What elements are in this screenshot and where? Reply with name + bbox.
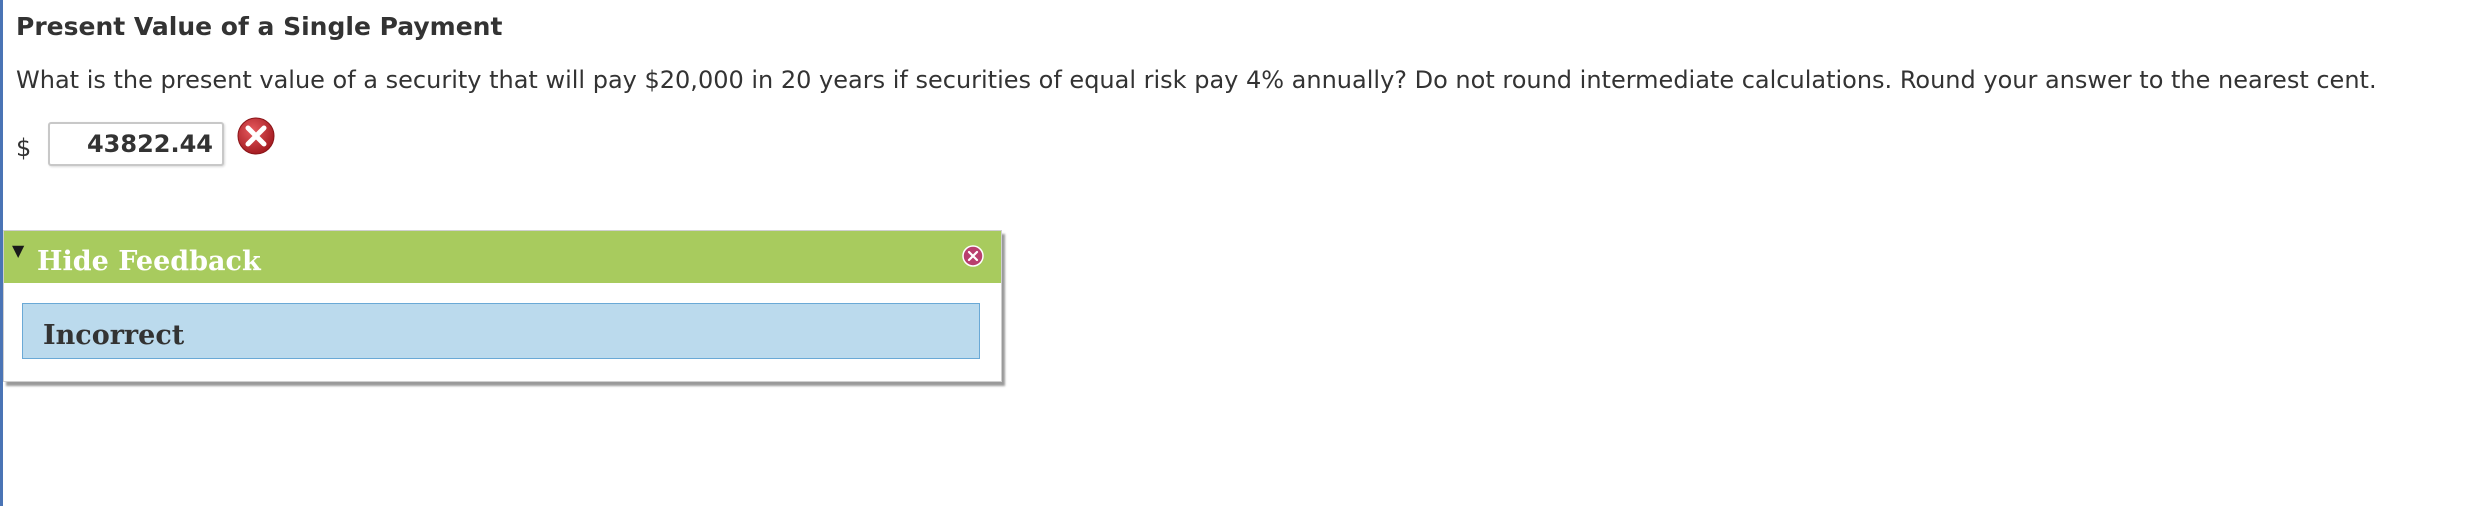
collapse-arrow-icon[interactable]: ▼: [12, 241, 24, 260]
feedback-toggle[interactable]: ▼ Hide Feedback: [4, 231, 1001, 283]
currency-symbol: $: [16, 134, 32, 162]
page-title: Present Value of a Single Payment: [16, 12, 503, 41]
feedback-result-box: Incorrect: [22, 303, 980, 359]
answer-input[interactable]: [48, 122, 224, 166]
incorrect-x-icon: [237, 117, 275, 155]
hide-feedback-label[interactable]: Hide Feedback: [37, 246, 261, 277]
feedback-panel: ▼ Hide Feedback Incorrect: [3, 230, 1002, 382]
feedback-result-text: Incorrect: [43, 320, 185, 351]
close-icon[interactable]: [962, 245, 984, 267]
question-text: What is the present value of a security …: [16, 66, 2377, 94]
